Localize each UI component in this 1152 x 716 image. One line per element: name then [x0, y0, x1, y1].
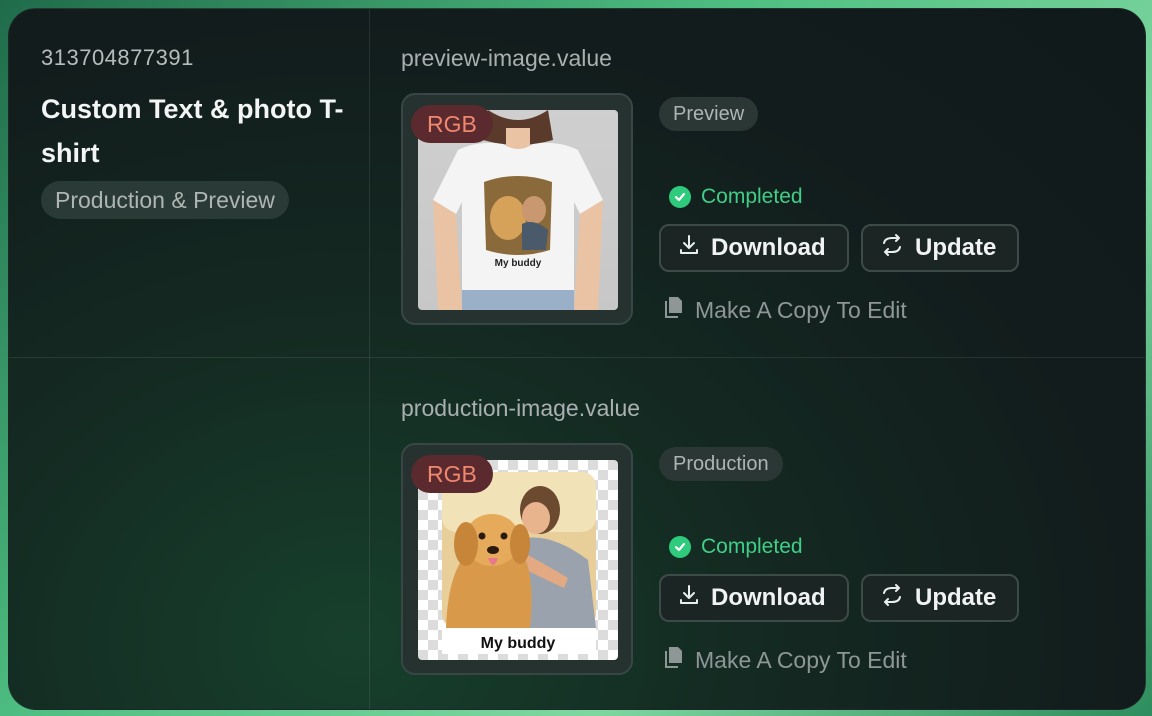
copy-icon: [663, 645, 685, 675]
product-card: 313704877391 Custom Text & photo T-shirt…: [8, 8, 1146, 710]
status-text: Completed: [701, 535, 803, 558]
refresh-icon: [879, 233, 905, 264]
product-type-tag: Production & Preview: [41, 181, 289, 219]
check-circle-icon: [669, 186, 691, 208]
update-label: Update: [915, 234, 997, 261]
make-copy-label: Make A Copy To Edit: [695, 646, 907, 673]
column-divider: [369, 9, 370, 709]
image-type-tag: Production: [659, 447, 783, 481]
update-label: Update: [915, 584, 997, 611]
production-section: production-image.value My buddy RGB Prod…: [401, 389, 1121, 709]
status-text: Completed: [701, 185, 803, 208]
status-indicator: Completed: [669, 185, 803, 209]
download-button[interactable]: Download: [659, 224, 849, 272]
refresh-icon: [879, 583, 905, 614]
preview-thumbnail[interactable]: My buddy RGB: [401, 93, 633, 325]
color-mode-badge: RGB: [411, 455, 493, 493]
make-copy-label: Make A Copy To Edit: [695, 296, 907, 323]
update-button[interactable]: Update: [861, 574, 1019, 622]
download-label: Download: [711, 234, 826, 261]
download-icon: [677, 583, 701, 614]
print-caption: My buddy: [495, 258, 542, 269]
make-copy-link[interactable]: Make A Copy To Edit: [663, 295, 907, 325]
update-button[interactable]: Update: [861, 224, 1019, 272]
product-id: 313704877391: [41, 45, 194, 70]
check-circle-icon: [669, 536, 691, 558]
copy-icon: [663, 295, 685, 325]
download-icon: [677, 233, 701, 264]
image-type-tag: Preview: [659, 97, 759, 131]
download-label: Download: [711, 584, 826, 611]
status-indicator: Completed: [669, 535, 803, 559]
preview-section: preview-image.value My buddy RGB Preview…: [401, 39, 1121, 359]
download-button[interactable]: Download: [659, 574, 849, 622]
print-caption: My buddy: [481, 635, 556, 652]
make-copy-link[interactable]: Make A Copy To Edit: [663, 645, 907, 675]
section-label: preview-image.value: [401, 45, 612, 71]
section-label: production-image.value: [401, 395, 641, 421]
production-thumbnail[interactable]: My buddy RGB: [401, 443, 633, 675]
color-mode-badge: RGB: [411, 105, 493, 143]
product-title: Custom Text & photo T-shirt: [41, 94, 344, 168]
